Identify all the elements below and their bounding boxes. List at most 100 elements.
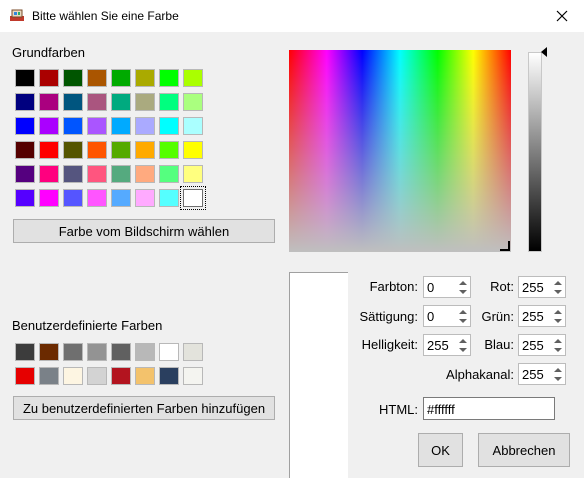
alpha-label: Alphakanal: <box>446 367 514 382</box>
basic-color-swatch[interactable] <box>180 186 206 210</box>
basic-color-swatch[interactable] <box>63 141 83 159</box>
blue-label: Blau: <box>484 337 514 352</box>
basic-color-swatch[interactable] <box>159 93 179 111</box>
html-color-input[interactable]: #ffffff <box>423 397 555 420</box>
custom-color-swatch[interactable] <box>159 343 179 361</box>
custom-color-swatch[interactable] <box>15 343 35 361</box>
custom-color-swatch[interactable] <box>111 367 131 385</box>
custom-color-swatch[interactable] <box>87 343 107 361</box>
basic-color-swatch[interactable] <box>111 165 131 183</box>
basic-color-swatch[interactable] <box>135 117 155 135</box>
basic-color-swatch[interactable] <box>15 69 35 87</box>
basic-color-swatch[interactable] <box>39 93 59 111</box>
saturation-up-arrow[interactable] <box>457 307 469 316</box>
saturation-label: Sättigung: <box>359 309 418 324</box>
basic-color-swatch[interactable] <box>87 117 107 135</box>
saturation-spinbox[interactable]: 0 <box>423 305 471 327</box>
basic-color-swatch[interactable] <box>159 69 179 87</box>
basic-color-swatch[interactable] <box>159 117 179 135</box>
close-button[interactable] <box>540 0 584 32</box>
basic-color-swatch[interactable] <box>87 189 107 207</box>
custom-color-swatch[interactable] <box>63 343 83 361</box>
basic-color-swatch[interactable] <box>39 189 59 207</box>
basic-color-swatch[interactable] <box>111 141 131 159</box>
basic-color-swatch[interactable] <box>63 69 83 87</box>
basic-color-swatch[interactable] <box>63 93 83 111</box>
basic-color-swatch[interactable] <box>183 117 203 135</box>
red-spinbox[interactable]: 255 <box>518 276 566 298</box>
color-spectrum[interactable] <box>289 50 511 252</box>
basic-color-swatch[interactable] <box>39 69 59 87</box>
custom-color-swatch[interactable] <box>159 367 179 385</box>
basic-color-swatch[interactable] <box>111 117 131 135</box>
spectrum-marker[interactable] <box>500 241 510 251</box>
luminance-slider[interactable] <box>528 52 542 252</box>
ok-button[interactable]: OK <box>418 433 463 467</box>
basic-color-swatch[interactable] <box>87 165 107 183</box>
basic-color-swatch[interactable] <box>135 69 155 87</box>
saturation-down-arrow[interactable] <box>457 316 469 325</box>
value-spinbox[interactable]: 255 <box>423 334 471 356</box>
basic-color-swatch[interactable] <box>15 189 35 207</box>
hue-spinbox[interactable]: 0 <box>423 276 471 298</box>
basic-color-swatch[interactable] <box>15 93 35 111</box>
basic-color-swatch[interactable] <box>159 141 179 159</box>
custom-color-swatch[interactable] <box>39 343 59 361</box>
basic-color-swatch[interactable] <box>135 165 155 183</box>
basic-color-swatch[interactable] <box>135 93 155 111</box>
custom-color-swatch[interactable] <box>39 367 59 385</box>
custom-color-swatch[interactable] <box>87 367 107 385</box>
basic-color-swatch[interactable] <box>63 189 83 207</box>
basic-color-swatch[interactable] <box>63 165 83 183</box>
green-down-arrow[interactable] <box>552 316 564 325</box>
basic-color-swatch[interactable] <box>39 117 59 135</box>
basic-color-swatch[interactable] <box>15 165 35 183</box>
basic-color-swatch[interactable] <box>183 93 203 111</box>
alpha-up-arrow[interactable] <box>552 365 564 374</box>
basic-color-swatch[interactable] <box>135 189 155 207</box>
basic-color-swatch[interactable] <box>183 165 203 183</box>
blue-spinbox[interactable]: 255 <box>518 334 566 356</box>
custom-color-swatch[interactable] <box>135 367 155 385</box>
custom-color-swatch[interactable] <box>63 367 83 385</box>
cancel-button[interactable]: Abbrechen <box>478 433 570 467</box>
custom-color-swatch[interactable] <box>135 343 155 361</box>
value-up-arrow[interactable] <box>457 336 469 345</box>
custom-color-swatch[interactable] <box>183 367 203 385</box>
green-up-arrow[interactable] <box>552 307 564 316</box>
red-up-arrow[interactable] <box>552 278 564 287</box>
custom-color-swatch[interactable] <box>15 367 35 385</box>
add-custom-color-button[interactable]: Zu benutzerdefinierten Farben hinzufügen <box>13 396 275 420</box>
basic-color-swatch[interactable] <box>63 117 83 135</box>
basic-color-swatch[interactable] <box>15 141 35 159</box>
value-down-arrow[interactable] <box>457 345 469 354</box>
hue-up-arrow[interactable] <box>457 278 469 287</box>
basic-color-swatch[interactable] <box>183 69 203 87</box>
pick-screen-color-button[interactable]: Farbe vom Bildschirm wählen <box>13 219 275 243</box>
basic-color-swatch[interactable] <box>87 69 107 87</box>
custom-color-swatch[interactable] <box>183 343 203 361</box>
basic-color-swatch[interactable] <box>15 117 35 135</box>
close-icon <box>556 10 568 22</box>
basic-color-swatch[interactable] <box>39 165 59 183</box>
custom-color-swatch[interactable] <box>111 343 131 361</box>
blue-down-arrow[interactable] <box>552 345 564 354</box>
basic-color-swatch[interactable] <box>39 141 59 159</box>
green-spinbox[interactable]: 255 <box>518 305 566 327</box>
blue-up-arrow[interactable] <box>552 336 564 345</box>
basic-color-swatch[interactable] <box>159 189 179 207</box>
alpha-spinbox[interactable]: 255 <box>518 363 566 385</box>
basic-color-swatch[interactable] <box>135 141 155 159</box>
red-down-arrow[interactable] <box>552 287 564 296</box>
basic-color-swatch[interactable] <box>111 69 131 87</box>
basic-color-swatch[interactable] <box>111 93 131 111</box>
title-bar: Bitte wählen Sie eine Farbe <box>0 0 584 32</box>
luminance-slider-handle[interactable] <box>541 47 547 57</box>
basic-color-swatch[interactable] <box>111 189 131 207</box>
basic-color-swatch[interactable] <box>159 165 179 183</box>
basic-color-swatch[interactable] <box>87 93 107 111</box>
hue-down-arrow[interactable] <box>457 287 469 296</box>
basic-color-swatch[interactable] <box>87 141 107 159</box>
basic-color-swatch[interactable] <box>183 141 203 159</box>
alpha-down-arrow[interactable] <box>552 374 564 383</box>
